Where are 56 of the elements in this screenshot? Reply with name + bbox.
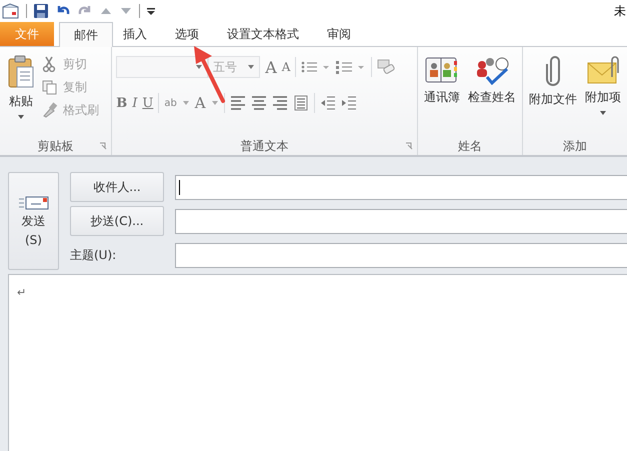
dialog-launcher-icon[interactable]: [405, 142, 413, 150]
to-button[interactable]: 收件人...: [70, 172, 164, 202]
caret-icon: [247, 64, 256, 70]
paste-button[interactable]: 粘贴: [4, 51, 38, 137]
numbered-list-icon[interactable]: [336, 60, 366, 74]
brush-icon: [42, 102, 58, 118]
ribbon-tab[interactable]: 设置文本格式: [213, 22, 313, 46]
paragraph-mark: ↵: [17, 286, 26, 299]
bold-button[interactable]: B: [116, 96, 128, 110]
grow-font-button[interactable]: A: [265, 58, 277, 76]
ribbon-tab[interactable]: 选项: [161, 22, 213, 46]
clipboard-icon: [7, 55, 35, 89]
clear-format-icon[interactable]: [377, 59, 396, 75]
group-label: 姓名: [458, 138, 482, 154]
save-icon[interactable]: [33, 3, 49, 19]
bullet-list-icon[interactable]: [301, 60, 332, 74]
ribbon-button[interactable]: 通讯簿: [422, 51, 462, 137]
people-check-icon: [475, 55, 509, 85]
subject-label: 主题(U):: [70, 246, 118, 264]
copy-icon: [42, 79, 58, 95]
align-right-icon[interactable]: [272, 95, 288, 111]
ribbon-tab[interactable]: 邮件: [59, 22, 113, 47]
group-label: 剪贴板: [38, 138, 74, 154]
caret-icon: [17, 114, 25, 120]
caret-icon[interactable]: [182, 100, 190, 106]
send-button[interactable]: 发送 (S): [8, 172, 59, 270]
decrease-indent-icon[interactable]: [320, 95, 336, 111]
scissors-icon: [42, 56, 58, 72]
italic-button[interactable]: I: [132, 96, 138, 110]
window-title: 未: [614, 2, 626, 20]
align-center-icon[interactable]: [250, 95, 267, 111]
increase-indent-icon[interactable]: [340, 95, 357, 111]
dialog-launcher-icon[interactable]: [99, 142, 108, 150]
justify-icon[interactable]: [292, 95, 309, 111]
address-book-icon: [425, 55, 459, 85]
cc-button[interactable]: 抄送(C)...: [70, 206, 164, 236]
group-label: 添加: [563, 138, 587, 154]
to-field[interactable]: [175, 174, 627, 200]
ribbon-button[interactable]: 附加项: [583, 51, 623, 137]
caret-icon: [599, 110, 607, 116]
subject-field[interactable]: [175, 242, 627, 268]
customize-icon[interactable]: [146, 5, 156, 17]
underline-button[interactable]: U: [142, 96, 154, 110]
font-color-button[interactable]: A: [194, 94, 206, 112]
envelope-icon: [18, 196, 48, 210]
shrink-font-button[interactable]: A: [282, 60, 290, 74]
group-label: 普通文本: [240, 138, 289, 154]
mail-icon[interactable]: [2, 3, 20, 19]
ribbon-button[interactable]: 检查姓名: [466, 51, 518, 137]
font-name-box[interactable]: [116, 56, 208, 78]
align-left-icon[interactable]: [230, 95, 246, 111]
envelope-icon: [587, 55, 619, 85]
ribbon-tab[interactable]: 审阅: [313, 22, 365, 46]
ribbon-button[interactable]: 附加文件: [527, 51, 579, 137]
cc-field[interactable]: [175, 208, 627, 234]
caret-icon[interactable]: [210, 100, 219, 106]
